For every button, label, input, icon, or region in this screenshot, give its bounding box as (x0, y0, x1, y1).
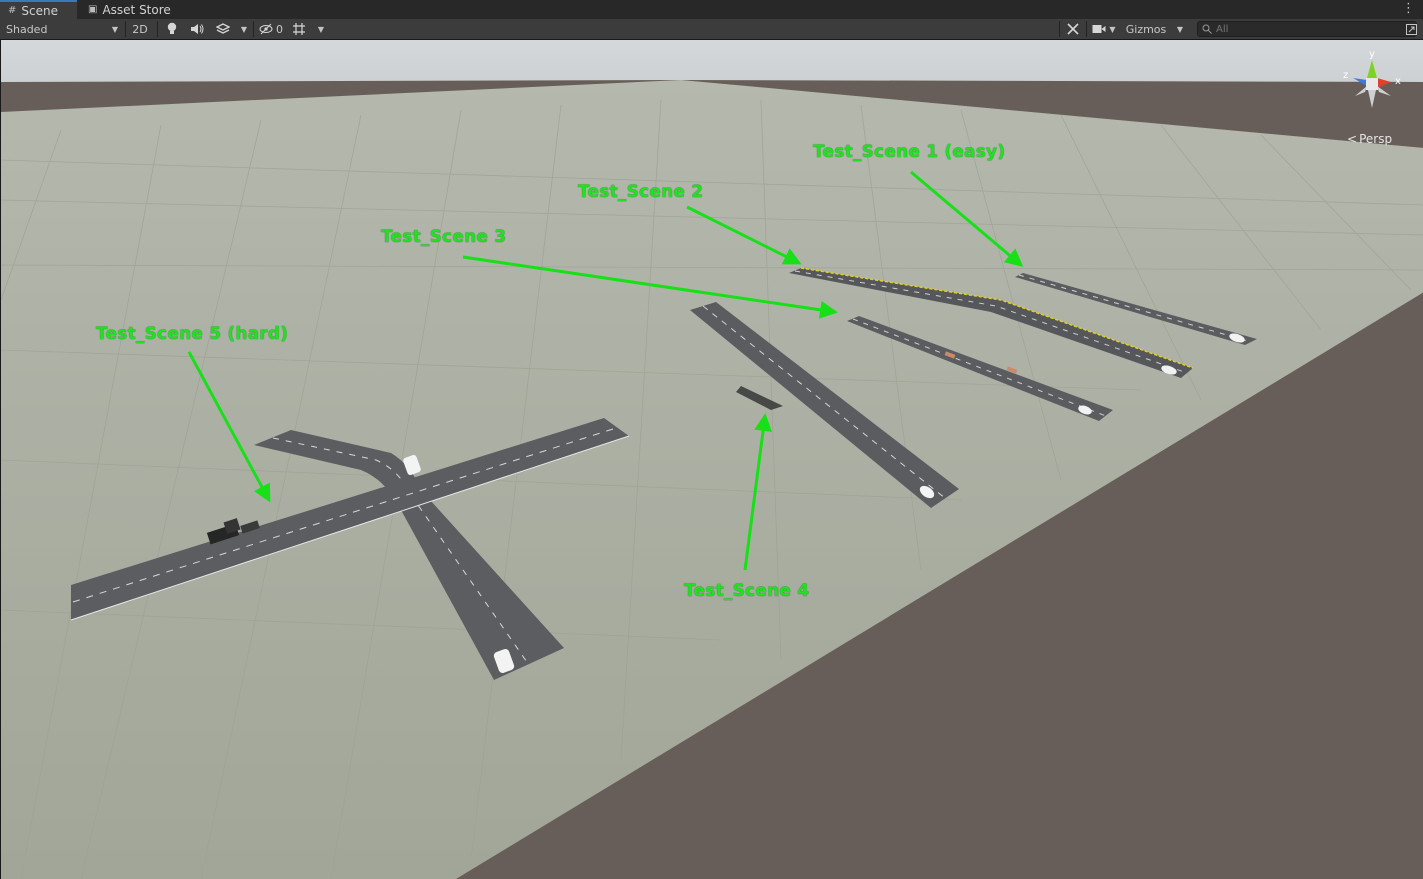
tab-asset-store[interactable]: ▣ Asset Store (88, 0, 178, 19)
toolbar-divider (1086, 21, 1087, 37)
toolbar-divider (125, 21, 126, 37)
window-tab-bar: # Scene ▣ Asset Store ⋮ (0, 0, 1423, 19)
grid-icon: # (8, 5, 17, 16)
tab-scene[interactable]: # Scene (0, 0, 77, 19)
hidden-objects-count: 0 (276, 22, 283, 36)
scene-viewport[interactable]: Test_Scene 1 (easy) Test_Scene 2 Test_Sc… (0, 40, 1423, 879)
wrench-tools-icon (1067, 23, 1079, 35)
draw-mode-dropdown[interactable]: Shaded ▼ (0, 20, 124, 38)
mode-2d-toggle[interactable]: 2D (128, 20, 152, 38)
chevron-down-icon: ▼ (317, 24, 325, 34)
effects-toggle[interactable] (211, 20, 235, 38)
lightbulb-icon (167, 22, 177, 34)
chevron-down-icon: ▼ (1176, 24, 1184, 34)
annotation-scene-4: Test_Scene 4 (684, 581, 810, 601)
tools-button[interactable] (1062, 20, 1084, 38)
camera-projection-toggle[interactable]: < Persp (1347, 132, 1392, 146)
annotation-scene-3: Test_Scene 3 (381, 227, 507, 247)
more-options-icon[interactable]: ⋮ (1402, 1, 1415, 16)
layers-effects-icon (216, 23, 230, 34)
chevron-down-icon: ▼ (240, 24, 248, 34)
scene-render (1, 40, 1423, 879)
speaker-icon (191, 24, 204, 34)
gizmo-center-cube (1366, 78, 1378, 90)
axis-x-cone (1377, 78, 1391, 88)
gizmos-label: Gizmos (1125, 22, 1167, 36)
annotation-scene-5: Test_Scene 5 (hard) (96, 324, 289, 344)
toolbar-divider (253, 21, 254, 37)
tab-asset-store-label: Asset Store (102, 2, 171, 17)
maximize-button[interactable] (1402, 20, 1420, 38)
tab-scene-label: Scene (21, 3, 58, 18)
hidden-objects-toggle[interactable]: 0 (256, 20, 286, 38)
gizmos-button[interactable]: Gizmos (1121, 20, 1171, 38)
toolbar-divider (157, 21, 158, 37)
grid-toggle[interactable] (289, 20, 309, 38)
grid-dropdown[interactable]: ▼ (313, 20, 329, 38)
effects-dropdown[interactable]: ▼ (237, 20, 251, 38)
audio-toggle[interactable] (186, 20, 208, 38)
annotation-scene-1: Test_Scene 1 (easy) (813, 142, 1006, 162)
gizmos-dropdown[interactable]: ▼ (1172, 20, 1188, 38)
eye-slash-icon (259, 23, 273, 35)
camera-settings-button[interactable]: ▼ (1089, 20, 1119, 38)
maximize-icon (1405, 23, 1417, 35)
chevron-down-icon: ▼ (111, 24, 118, 34)
grid-snap-icon (293, 23, 305, 35)
search-icon (1202, 24, 1212, 34)
search-input[interactable] (1216, 23, 1396, 35)
axis-y-label: y (1369, 49, 1375, 60)
draw-mode-value: Shaded (6, 22, 48, 36)
camera-icon (1092, 25, 1106, 33)
scene-search-field[interactable] (1197, 21, 1417, 37)
toolbar-divider (1059, 21, 1060, 37)
scene-toolbar: Shaded ▼ 2D ▼ 0 ▼ ▼ Gizmos ▼ (0, 19, 1423, 40)
mode-2d-label: 2D (132, 22, 148, 36)
axis-y-cone (1367, 60, 1377, 78)
annotation-scene-2: Test_Scene 2 (578, 182, 704, 202)
axis-x-label: x (1395, 76, 1401, 87)
store-bag-icon: ▣ (88, 4, 98, 15)
axis-z-cone (1353, 78, 1367, 86)
chevron-down-icon: ▼ (1109, 24, 1116, 34)
lighting-toggle[interactable] (161, 20, 183, 38)
orientation-gizmo[interactable]: y x z (1339, 48, 1405, 118)
axis-z-label: z (1343, 70, 1348, 81)
perspective-icon: < (1347, 132, 1358, 146)
camera-projection-label: Persp (1359, 132, 1393, 146)
